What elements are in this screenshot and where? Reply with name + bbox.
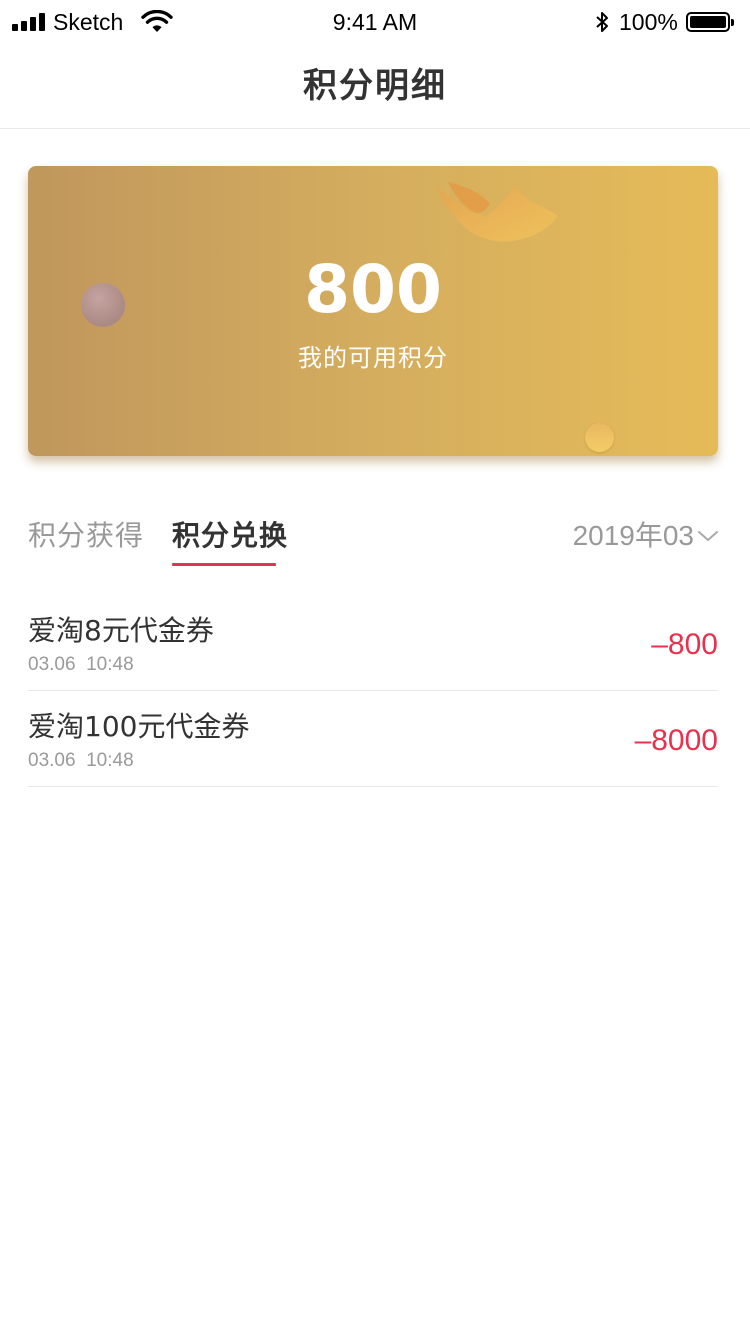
record-amount: –800 xyxy=(651,628,718,661)
tab-points-earned[interactable]: 积分获得 xyxy=(28,516,144,556)
battery-percent: 100% xyxy=(619,9,678,35)
record-time: 03.06 10:48 xyxy=(28,654,134,675)
tab-points-redeemed[interactable]: 积分兑换 xyxy=(172,516,288,556)
points-card: 800 我的可用积分 xyxy=(28,166,718,456)
status-bar: Sketch 9:41 AM 100% xyxy=(0,0,750,44)
bluetooth-icon xyxy=(596,12,608,32)
record-amount: –8000 xyxy=(634,724,718,757)
chevron-down-icon xyxy=(698,531,718,541)
record-title: 爱淘8元代金券 xyxy=(28,614,214,647)
list-item[interactable]: 爱淘8元代金券 03.06 10:48 –800 xyxy=(28,595,718,691)
redemption-list: 爱淘8元代金券 03.06 10:48 –800 爱淘100元代金券 03.06… xyxy=(28,595,718,787)
month-filter-dropdown[interactable]: 2019年03 xyxy=(573,516,719,556)
points-value: 800 xyxy=(304,251,442,328)
record-time: 03.06 10:48 xyxy=(28,750,134,771)
record-title: 爱淘100元代金券 xyxy=(28,710,250,743)
page-title: 积分明细 xyxy=(303,66,447,106)
bubble-decoration xyxy=(585,423,614,452)
month-filter-value: 2019年03 xyxy=(572,520,694,551)
leaf-decoration-icon xyxy=(436,182,558,242)
active-tab-indicator xyxy=(172,563,276,566)
points-label: 我的可用积分 xyxy=(298,344,448,372)
battery-icon xyxy=(686,12,734,32)
list-item[interactable]: 爱淘100元代金券 03.06 10:48 –8000 xyxy=(28,691,718,787)
nav-bar: 积分明细 xyxy=(0,44,750,129)
